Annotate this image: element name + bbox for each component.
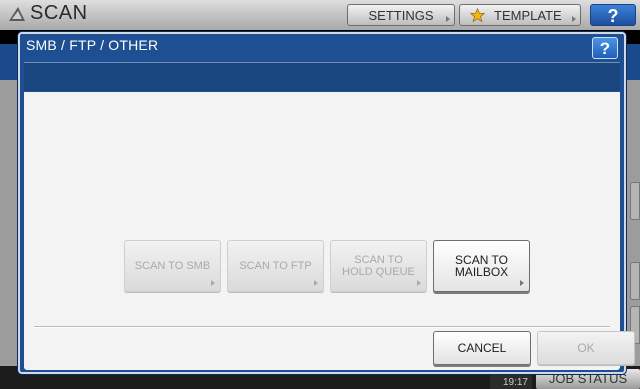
scan-to-ftp-label: SCAN TO FTP (239, 260, 312, 272)
chevron-right-icon (520, 280, 524, 286)
ok-button[interactable]: OK (537, 331, 635, 365)
settings-tab[interactable]: SETTINGS (347, 4, 455, 26)
scan-to-hold-queue-label: SCAN TO HOLD QUEUE (342, 254, 415, 278)
template-tab-label: TEMPLATE (494, 8, 562, 23)
dialog-body: SCAN TO SMB SCAN TO FTP SCAN TO HOLD QUE… (24, 92, 620, 370)
chevron-right-icon (314, 280, 318, 286)
dialog-message-bar (24, 62, 620, 91)
divider (34, 326, 610, 328)
chevron-right-icon (446, 16, 450, 22)
scan-to-smb-label: SCAN TO SMB (134, 260, 211, 272)
settings-tab-label: SETTINGS (368, 8, 434, 23)
scan-to-mailbox-label: SCAN TO MAILBOX (454, 253, 509, 279)
template-tab[interactable]: TEMPLATE (459, 4, 581, 26)
background-title: SCAN (30, 2, 88, 24)
chevron-right-icon (417, 280, 421, 286)
chevron-right-icon (211, 280, 215, 286)
scan-to-ftp-button[interactable]: SCAN TO FTP (227, 240, 324, 292)
scan-to-mailbox-button[interactable]: SCAN TO MAILBOX (433, 240, 530, 292)
background-side-button[interactable] (630, 182, 640, 220)
background-top-bar: SCAN SETTINGS TEMPLATE ? (0, 0, 640, 30)
scan-to-hold-queue-button[interactable]: SCAN TO HOLD QUEUE (330, 240, 427, 292)
dialog-title: SMB / FTP / OTHER (26, 37, 159, 53)
dialog-help-button[interactable]: ? (592, 37, 618, 59)
smb-ftp-other-dialog: SMB / FTP / OTHER ? SCAN TO SMB SCAN TO … (18, 32, 635, 374)
background-side-button[interactable] (630, 262, 640, 300)
scan-to-smb-button[interactable]: SCAN TO SMB (124, 240, 221, 292)
star-icon (470, 8, 485, 23)
background-help-button[interactable]: ? (590, 4, 636, 26)
scan-icon (9, 7, 25, 21)
chevron-right-icon (572, 16, 576, 22)
time-text: 19:17 (502, 377, 528, 388)
cancel-button[interactable]: CANCEL (433, 331, 531, 365)
